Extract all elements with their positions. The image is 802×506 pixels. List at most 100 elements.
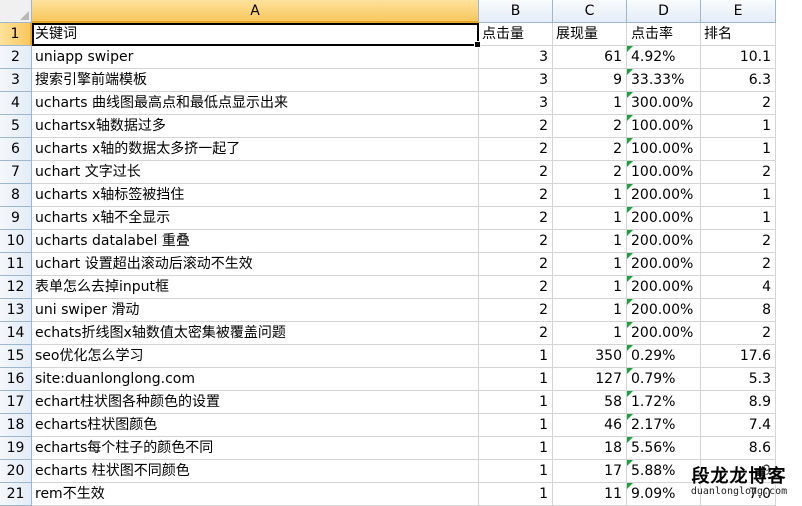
cell-impressions[interactable]: 2: [553, 115, 627, 138]
cell-c1-impressions-header[interactable]: 展现量: [553, 23, 627, 46]
cell-rank[interactable]: 7.4: [701, 414, 776, 437]
row-header[interactable]: 2: [0, 46, 32, 69]
row-header[interactable]: 4: [0, 92, 32, 115]
cell-impressions[interactable]: 1: [553, 276, 627, 299]
cell-ctr[interactable]: 33.33%: [627, 69, 701, 92]
cell-clicks[interactable]: 2: [479, 184, 553, 207]
cell-rank[interactable]: 9: [701, 460, 776, 483]
row-header[interactable]: 9: [0, 207, 32, 230]
cell-keyword[interactable]: uchartsx轴数据过多: [32, 115, 479, 138]
cell-d1-ctr-header[interactable]: 点击率: [627, 23, 701, 46]
column-header-d[interactable]: D: [627, 0, 701, 23]
cell-keyword[interactable]: echats折线图x轴数值太密集被覆盖问题: [32, 322, 479, 345]
cell-impressions[interactable]: 1: [553, 253, 627, 276]
cell-ctr[interactable]: 200.00%: [627, 299, 701, 322]
cell-impressions[interactable]: 1: [553, 92, 627, 115]
cell-impressions[interactable]: 1: [553, 230, 627, 253]
cell-impressions[interactable]: 58: [553, 391, 627, 414]
cell-impressions[interactable]: 2: [553, 138, 627, 161]
cell-clicks[interactable]: 1: [479, 368, 553, 391]
cell-impressions[interactable]: 11: [553, 483, 627, 506]
cell-keyword[interactable]: ucharts x轴的数据太多挤一起了: [32, 138, 479, 161]
cell-clicks[interactable]: 3: [479, 69, 553, 92]
cell-clicks[interactable]: 2: [479, 161, 553, 184]
cell-rank[interactable]: 2: [701, 322, 776, 345]
row-header[interactable]: 19: [0, 437, 32, 460]
row-header[interactable]: 12: [0, 276, 32, 299]
cell-clicks[interactable]: 1: [479, 391, 553, 414]
cell-ctr[interactable]: 1.72%: [627, 391, 701, 414]
cell-ctr[interactable]: 100.00%: [627, 115, 701, 138]
column-header-c[interactable]: C: [553, 0, 627, 23]
cell-clicks[interactable]: 1: [479, 483, 553, 506]
cell-rank[interactable]: 8.6: [701, 437, 776, 460]
cell-clicks[interactable]: 2: [479, 322, 553, 345]
row-header[interactable]: 8: [0, 184, 32, 207]
cell-keyword[interactable]: echarts柱状图颜色: [32, 414, 479, 437]
cell-impressions[interactable]: 127: [553, 368, 627, 391]
cell-rank[interactable]: 4: [701, 276, 776, 299]
cell-ctr[interactable]: 200.00%: [627, 253, 701, 276]
cell-rank[interactable]: 10.1: [701, 46, 776, 69]
cell-clicks[interactable]: 2: [479, 115, 553, 138]
row-header[interactable]: 6: [0, 138, 32, 161]
row-header[interactable]: 16: [0, 368, 32, 391]
cell-ctr[interactable]: 9.09%: [627, 483, 701, 506]
cell-impressions[interactable]: 1: [553, 322, 627, 345]
row-header[interactable]: 10: [0, 230, 32, 253]
cell-ctr[interactable]: 200.00%: [627, 322, 701, 345]
cell-keyword[interactable]: echart柱状图各种颜色的设置: [32, 391, 479, 414]
cell-rank[interactable]: 2: [701, 230, 776, 253]
cell-rank[interactable]: 6.3: [701, 69, 776, 92]
cell-keyword[interactable]: uchart 设置超出滚动后滚动不生效: [32, 253, 479, 276]
cell-keyword[interactable]: site:duanlonglong.com: [32, 368, 479, 391]
cell-clicks[interactable]: 2: [479, 276, 553, 299]
row-header[interactable]: 3: [0, 69, 32, 92]
column-header-b[interactable]: B: [479, 0, 553, 23]
cell-keyword[interactable]: uniapp swiper: [32, 46, 479, 69]
column-header-e[interactable]: E: [701, 0, 776, 23]
cell-impressions[interactable]: 1: [553, 207, 627, 230]
cell-keyword[interactable]: ucharts 曲线图最高点和最低点显示出来: [32, 92, 479, 115]
cell-rank[interactable]: 17.6: [701, 345, 776, 368]
cell-ctr[interactable]: 200.00%: [627, 207, 701, 230]
cell-keyword[interactable]: rem不生效: [32, 483, 479, 506]
cell-b1-clicks-header[interactable]: 点击量: [479, 23, 553, 46]
cell-clicks[interactable]: 3: [479, 92, 553, 115]
cell-rank[interactable]: 5.3: [701, 368, 776, 391]
cell-clicks[interactable]: 2: [479, 299, 553, 322]
cell-keyword[interactable]: ucharts datalabel 重叠: [32, 230, 479, 253]
cell-keyword[interactable]: seo优化怎么学习: [32, 345, 479, 368]
column-header-a[interactable]: A: [32, 0, 479, 23]
cell-impressions[interactable]: 18: [553, 437, 627, 460]
cell-clicks[interactable]: 1: [479, 345, 553, 368]
cell-a1-keyword-header[interactable]: 关键词: [32, 23, 481, 48]
cell-keyword[interactable]: echarts 柱状图不同颜色: [32, 460, 479, 483]
cell-keyword[interactable]: 表单怎么去掉input框: [32, 276, 479, 299]
cell-clicks[interactable]: 2: [479, 207, 553, 230]
cell-clicks[interactable]: 1: [479, 437, 553, 460]
cell-ctr[interactable]: 200.00%: [627, 184, 701, 207]
cell-rank[interactable]: 1: [701, 115, 776, 138]
row-header[interactable]: 1: [0, 23, 32, 46]
cell-impressions[interactable]: 2: [553, 161, 627, 184]
row-header[interactable]: 5: [0, 115, 32, 138]
cell-clicks[interactable]: 2: [479, 253, 553, 276]
cell-ctr[interactable]: 100.00%: [627, 138, 701, 161]
cell-keyword[interactable]: uchart 文字过长: [32, 161, 479, 184]
cell-impressions[interactable]: 61: [553, 46, 627, 69]
row-header[interactable]: 7: [0, 161, 32, 184]
cell-keyword[interactable]: echarts每个柱子的颜色不同: [32, 437, 479, 460]
cell-rank[interactable]: 7.0: [701, 483, 776, 506]
row-header[interactable]: 21: [0, 483, 32, 506]
cell-keyword[interactable]: 搜索引擎前端模板: [32, 69, 479, 92]
cell-ctr[interactable]: 2.17%: [627, 414, 701, 437]
row-header[interactable]: 11: [0, 253, 32, 276]
cell-rank[interactable]: 8: [701, 299, 776, 322]
cell-ctr[interactable]: 300.00%: [627, 92, 701, 115]
cell-rank[interactable]: 1: [701, 138, 776, 161]
cell-rank[interactable]: 2: [701, 92, 776, 115]
cell-clicks[interactable]: 3: [479, 46, 553, 69]
row-header[interactable]: 18: [0, 414, 32, 437]
cell-ctr[interactable]: 0.79%: [627, 368, 701, 391]
